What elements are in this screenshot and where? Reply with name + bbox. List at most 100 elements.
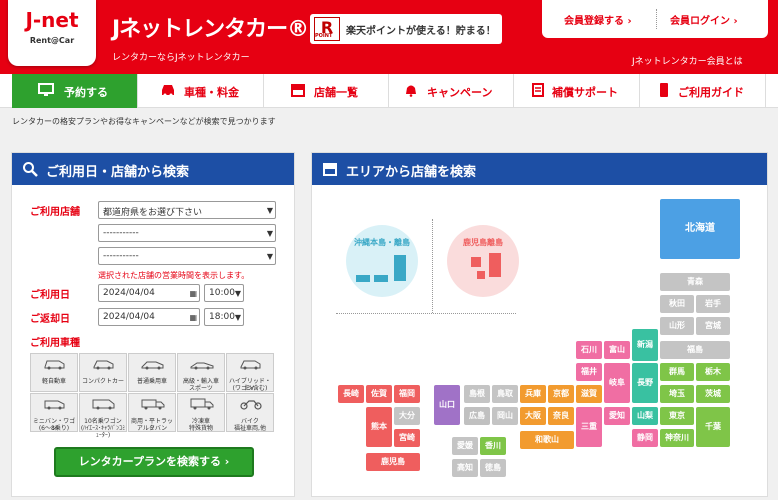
- pref-mie[interactable]: 三重: [576, 407, 602, 447]
- pref-tokushima[interactable]: 徳島: [480, 459, 506, 477]
- pref-osaka[interactable]: 大阪: [520, 407, 546, 425]
- pref-yamaguchi[interactable]: 山口: [434, 385, 460, 425]
- pref-okayama[interactable]: 岡山: [492, 407, 518, 425]
- return-date-input[interactable]: 2024/04/04 ▦: [98, 308, 200, 326]
- vehicle-minivan[interactable]: ミニバン・ワゴン (6～8乗り): [30, 393, 78, 432]
- page-note: レンタカーの格安プランやお得なキャンペーンなどが検索で見つかります: [12, 117, 276, 126]
- car-icon: [190, 362, 214, 370]
- pref-gifu[interactable]: 岐阜: [604, 363, 630, 403]
- pref-chiba[interactable]: 千葉: [696, 407, 730, 447]
- pref-saitama[interactable]: 埼玉: [660, 385, 694, 403]
- member-about-link[interactable]: Jネットレンタカー会員とは: [632, 54, 743, 67]
- store-select-3[interactable]: ----------- ▼: [98, 247, 276, 265]
- member-divider: [656, 9, 657, 29]
- pref-fukui[interactable]: 福井: [576, 363, 602, 381]
- pref-hokkaido[interactable]: 北海道: [660, 199, 740, 259]
- vehicle-standard[interactable]: 普通乗用車: [128, 353, 176, 392]
- nav-reserve[interactable]: 予約する: [12, 74, 138, 108]
- vehicle-label-text-2: (6～8乗り): [38, 425, 70, 432]
- pref-niigata[interactable]: 新潟: [632, 329, 658, 361]
- pref-yamanashi[interactable]: 山梨: [632, 407, 658, 425]
- pref-shizuoka[interactable]: 静岡: [632, 429, 658, 447]
- pref-kagawa[interactable]: 香川: [480, 437, 506, 455]
- return-date-value: 2024/04/04: [103, 312, 155, 322]
- pref-kagoshima[interactable]: 鹿児島: [366, 453, 420, 471]
- return-time-select[interactable]: 18:00 ▼: [204, 308, 244, 326]
- calendar-icon: ▦: [189, 289, 197, 298]
- car-icon: [162, 85, 174, 97]
- member-register-link[interactable]: 会員登録する ›: [564, 12, 632, 27]
- vehicle-hybrid-ev[interactable]: ハイブリッド・EV (ワゴン含む): [226, 353, 274, 392]
- pref-akita[interactable]: 秋田: [660, 295, 694, 313]
- pref-ishikawa[interactable]: 石川: [576, 341, 602, 359]
- prefecture-select[interactable]: 都道府県をお選び下さい ▼: [98, 201, 276, 219]
- pref-kumamoto[interactable]: 熊本: [366, 407, 392, 447]
- pref-kanagawa[interactable]: 神奈川: [660, 429, 694, 447]
- vehicle-kei[interactable]: 軽自動車: [30, 353, 78, 392]
- tagline: レンタカーならJネットレンタカー: [112, 53, 250, 63]
- vehicle-label-text-2: 特殊貨物: [188, 425, 213, 432]
- van-icon: [44, 400, 65, 410]
- pref-kyoto[interactable]: 京都: [548, 385, 574, 403]
- start-time-select[interactable]: 10:00 ▼: [204, 284, 244, 302]
- store-select-2[interactable]: ----------- ▼: [98, 224, 276, 242]
- nav-campaign[interactable]: キャンペーン: [389, 74, 514, 108]
- brand-title[interactable]: Jネットレンタカー®: [112, 11, 309, 43]
- pref-fukuoka[interactable]: 福岡: [394, 385, 420, 403]
- pref-tochigi[interactable]: 栃木: [696, 363, 730, 381]
- pref-iwate[interactable]: 岩手: [696, 295, 730, 313]
- vehicle-label-text: 軽自動車: [41, 378, 66, 385]
- member-login-link[interactable]: 会員ログイン ›: [670, 12, 738, 27]
- vehicle-compact[interactable]: コンパクトカー: [79, 353, 127, 392]
- pref-tottori[interactable]: 鳥取: [492, 385, 518, 403]
- pref-miyazaki[interactable]: 宮崎: [394, 429, 420, 447]
- pref-shimane[interactable]: 島根: [464, 385, 490, 403]
- vehicle-label-text: 冷凍車: [191, 418, 210, 425]
- pref-oita[interactable]: 大分: [394, 407, 420, 425]
- pref-kochi[interactable]: 高知: [452, 459, 478, 477]
- pref-hiroshima[interactable]: 広島: [464, 407, 490, 425]
- okinawa-islands[interactable]: 沖縄本島・離島: [346, 225, 418, 297]
- pref-ibaraki[interactable]: 茨城: [696, 385, 730, 403]
- kagoshima-islands[interactable]: 鹿児島離島: [447, 225, 519, 297]
- pref-shiga[interactable]: 滋賀: [576, 385, 602, 403]
- vehicle-truck[interactable]: 商用・平トラック アルミバン: [128, 393, 176, 432]
- nav-vehicles[interactable]: 車種・料金: [138, 74, 264, 108]
- pref-aomori[interactable]: 青森: [660, 273, 730, 291]
- pref-nagasaki[interactable]: 長崎: [338, 385, 364, 403]
- pref-yamagata[interactable]: 山形: [660, 317, 694, 335]
- nav-guide[interactable]: ご利用ガイド: [640, 74, 766, 108]
- search-plan-button[interactable]: レンタカープランを検索する ›: [54, 447, 254, 477]
- vehicle-refrigerated[interactable]: 冷凍車 特殊貨物: [177, 393, 225, 432]
- vehicle-10seat-wagon[interactable]: 10名乗ワゴン (ﾊｲｴｰｽ･ｷｬﾗﾊﾞﾝｺﾐｭｰﾀｰ): [79, 393, 127, 439]
- start-date-value: 2024/04/04: [103, 288, 155, 298]
- pref-fukushima[interactable]: 福島: [660, 341, 730, 359]
- pref-miyagi[interactable]: 宮城: [696, 317, 730, 335]
- vehicle-luxury[interactable]: 高級・輸入車 スポーツ: [177, 353, 225, 392]
- pref-tokyo[interactable]: 東京: [660, 407, 694, 425]
- pref-nagano[interactable]: 長野: [632, 363, 658, 403]
- car-icon: [93, 360, 114, 370]
- vehicle-bike[interactable]: バイク 福祉車両,他: [226, 393, 274, 432]
- start-time-value: 10:00: [209, 288, 235, 298]
- pref-gunma[interactable]: 群馬: [660, 363, 694, 381]
- pref-saga[interactable]: 佐賀: [366, 385, 392, 403]
- car-icon: [44, 360, 65, 370]
- pref-ehime[interactable]: 愛媛: [452, 437, 478, 455]
- jnet-logo[interactable]: J-net Rent@Car: [8, 0, 96, 66]
- map-divider: [336, 313, 516, 314]
- nav-stores[interactable]: 店舗一覧: [264, 74, 389, 108]
- member-box: 会員登録する › 会員ログイン ›: [542, 0, 768, 38]
- start-date-label: ご利用日: [30, 290, 70, 301]
- return-date-label: ご返却日: [30, 314, 70, 325]
- nav-support[interactable]: 補償サポート: [514, 74, 640, 108]
- rakuten-point-banner[interactable]: R POINT 楽天ポイントが使える！貯まる！: [310, 14, 502, 44]
- pref-wakayama[interactable]: 和歌山: [520, 431, 574, 449]
- pref-toyama[interactable]: 富山: [604, 341, 630, 359]
- pref-hyogo[interactable]: 兵庫: [520, 385, 546, 403]
- vehicle-label-text: バイク: [241, 418, 259, 425]
- start-date-input[interactable]: 2024/04/04 ▦: [98, 284, 200, 302]
- pref-aichi[interactable]: 愛知: [604, 407, 630, 425]
- pref-nara[interactable]: 奈良: [548, 407, 574, 425]
- nav-label: キャンペーン: [427, 86, 493, 99]
